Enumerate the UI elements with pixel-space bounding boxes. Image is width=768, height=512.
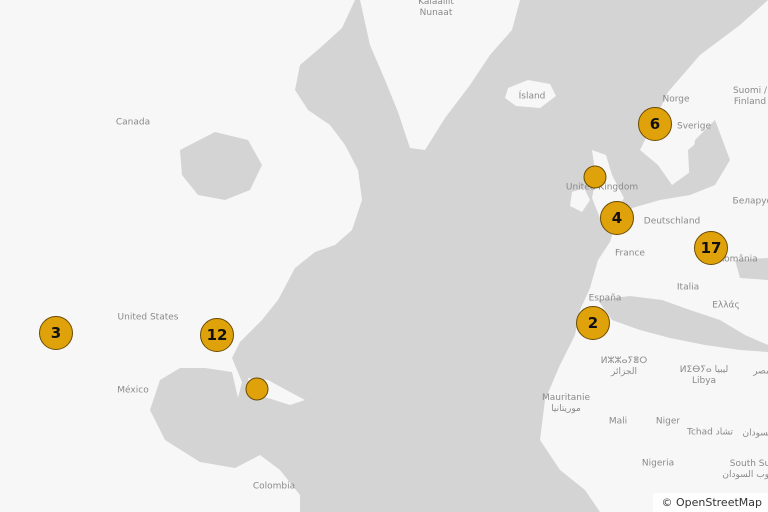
label-south-sudan-name: South Su	[729, 459, 768, 469]
label-italy: Italia	[676, 282, 700, 293]
cluster-marker-california[interactable]: 3	[39, 316, 73, 350]
label-canada: Canada	[115, 117, 151, 128]
label-finland-name: Finland	[733, 97, 767, 107]
label-mauritania-arabic: موريتانيا	[551, 404, 581, 414]
label-germany: Deutschland	[643, 216, 701, 227]
cluster-marker-caribbean[interactable]	[245, 377, 269, 401]
label-greece: Ελλάς	[712, 300, 740, 311]
label-kalaallit: Kalaallit	[418, 0, 454, 7]
label-libya-local: ⵍⵉⴱⵢⴰ ليبيا	[679, 365, 729, 375]
label-libya: ⵍⵉⴱⵢⴰ ليبيا Libya	[680, 365, 728, 387]
label-mauritanie: Mauritanie	[542, 393, 590, 403]
cluster-marker-scandinavia[interactable]: 6	[638, 107, 672, 141]
label-sweden: Sverige	[676, 121, 712, 132]
label-norway: Norge	[662, 94, 690, 105]
cluster-marker-benelux[interactable]: 4	[600, 201, 634, 235]
label-algeria-arabic: الجزائر	[611, 367, 637, 377]
label-niger: Niger	[655, 416, 681, 427]
cluster-marker-southeast-us[interactable]: 12	[200, 318, 234, 352]
label-south-sudan: South Su جنوب السودان	[722, 459, 768, 481]
label-mali: Mali	[608, 416, 628, 427]
cluster-marker-uk[interactable]	[583, 165, 607, 189]
label-france: France	[615, 248, 645, 259]
map-container[interactable]: Kalaallit Nunaat Ísland Canada Norge Suo…	[0, 0, 768, 512]
label-suomi: Suomi /	[732, 86, 768, 96]
label-nunaat: Nunaat	[419, 8, 453, 18]
label-mauritania: Mauritanie موريتانيا	[542, 393, 590, 415]
label-nigeria: Nigeria	[641, 458, 675, 469]
label-egypt: مصر	[753, 366, 768, 377]
map-attribution[interactable]: © OpenStreetMap	[653, 493, 768, 512]
cluster-marker-iberia[interactable]: 2	[576, 306, 610, 340]
basemap[interactable]	[0, 0, 768, 512]
label-algeria: ⵍⵣⵣⴰⵢⴻⵔ الجزائر	[601, 356, 648, 378]
label-sudan: السودان	[742, 428, 768, 439]
label-spain: España	[588, 293, 622, 304]
label-south-sudan-arabic: جنوب السودان	[722, 470, 768, 480]
label-mexico: México	[117, 385, 149, 396]
label-libya-name: Libya	[691, 376, 717, 386]
label-iceland: Ísland	[518, 91, 546, 102]
label-algeria-tifinagh: ⵍⵣⵣⴰⵢⴻⵔ	[600, 356, 648, 366]
label-chad: Tchad تشاد	[686, 427, 734, 438]
cluster-marker-balkans[interactable]: 17	[694, 231, 728, 265]
label-finland: Suomi / Finland	[733, 86, 767, 108]
label-belarus: Беларус	[732, 196, 768, 207]
label-greenland: Kalaallit Nunaat	[418, 0, 454, 19]
label-united-states: United States	[117, 312, 179, 323]
label-colombia: Colombia	[252, 481, 296, 492]
